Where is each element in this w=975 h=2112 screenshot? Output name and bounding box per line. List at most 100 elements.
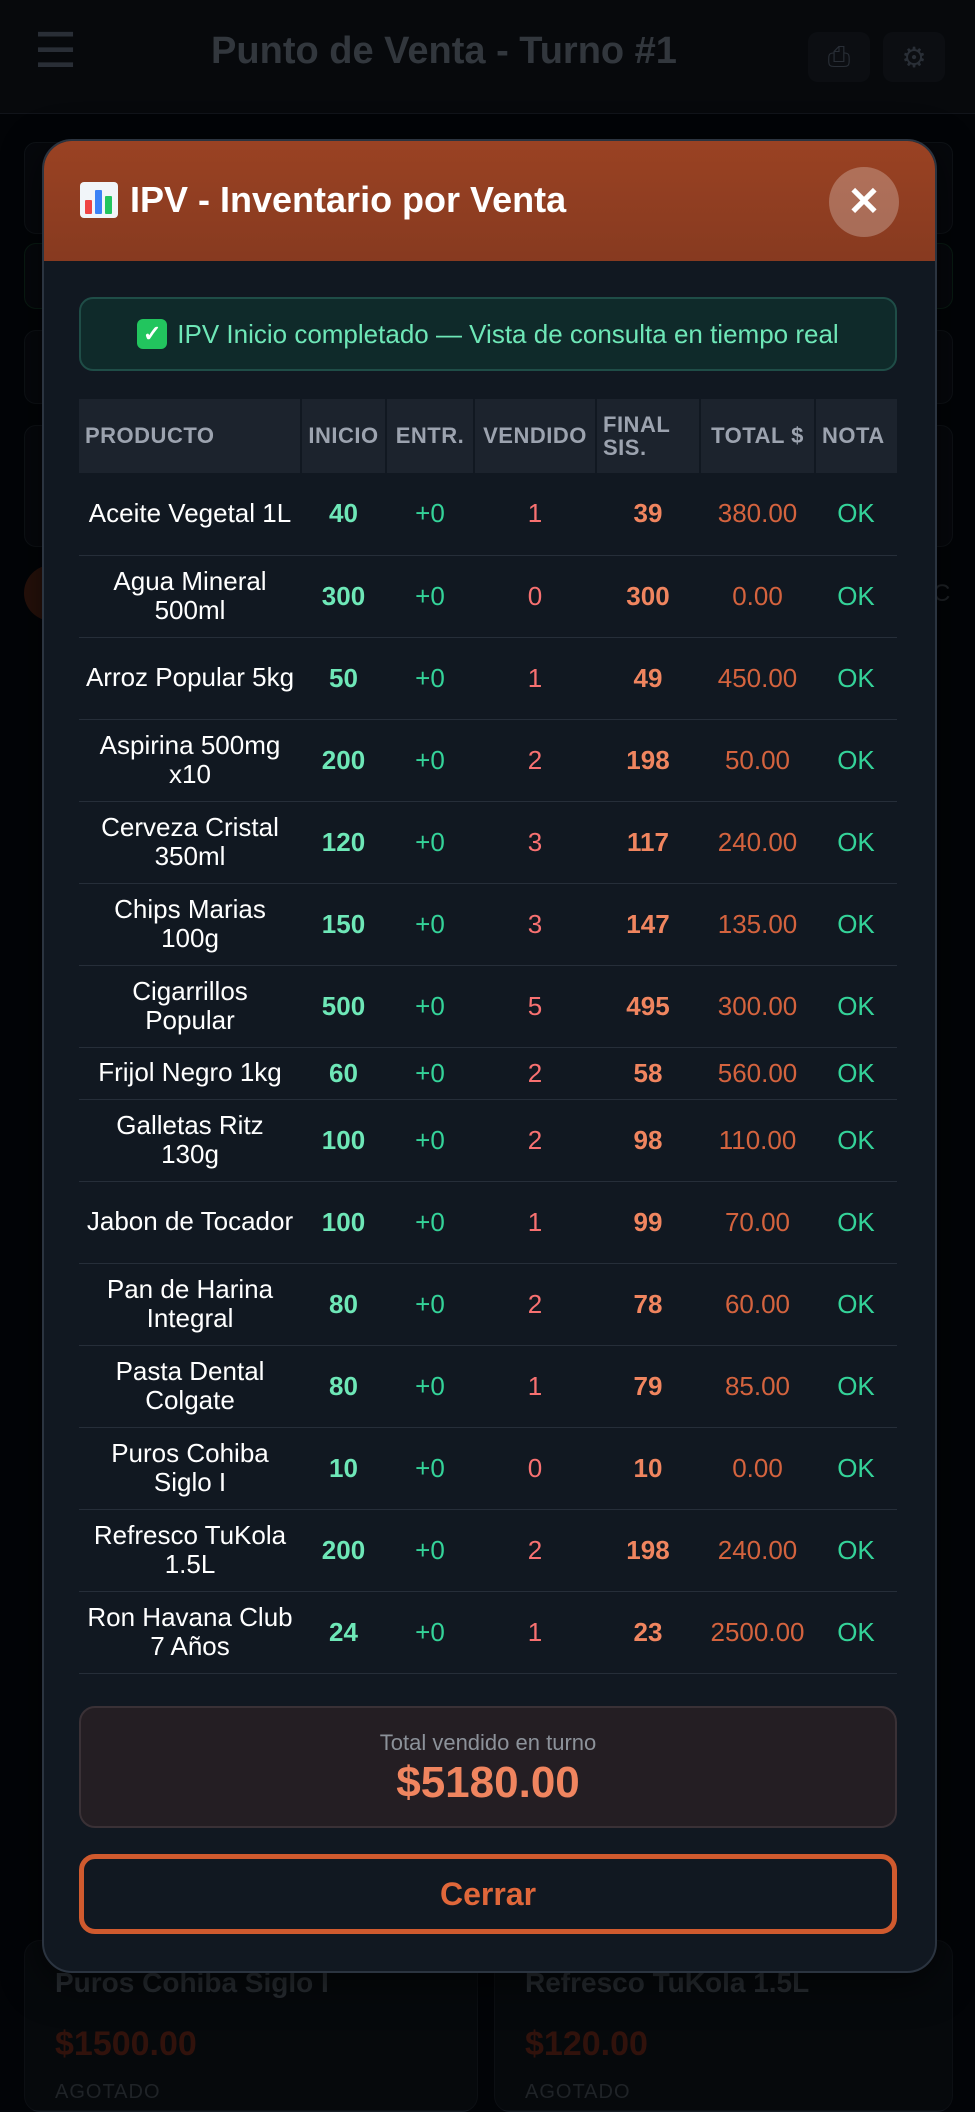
total-cell: 560.00	[700, 1047, 815, 1100]
inicio-cell: 60	[301, 1047, 386, 1100]
entradas-cell: +0	[386, 1427, 474, 1510]
column-header-producto[interactable]: PRODUCTO	[79, 399, 302, 473]
inicio-cell: 80	[301, 1263, 386, 1346]
table-row[interactable]: Cigarrillos Popular 500 +0 5 495 300.00 OK	[79, 965, 897, 1048]
column-header-inicio[interactable]: INICIO	[301, 399, 387, 473]
total-cell: 0.00	[700, 555, 815, 638]
table-row[interactable]: Puros Cohiba Siglo I 10 +0 0 10 0.00 OK	[79, 1427, 897, 1510]
inicio-cell: 200	[301, 1509, 386, 1592]
nota-cell: OK	[815, 1427, 897, 1510]
table-row[interactable]: Galletas Ritz 130g 100 +0 2 98 110.00 OK	[79, 1099, 897, 1182]
entradas-cell: +0	[386, 1345, 474, 1428]
entradas-cell: +0	[386, 555, 474, 638]
nota-cell: OK	[815, 1591, 897, 1674]
nota-cell: OK	[815, 719, 897, 802]
product-name-cell: Cigarrillos Popular	[79, 965, 301, 1048]
ipv-modal: IPV - Inventario por Venta ✕ ✓ IPV Inici…	[42, 139, 937, 1973]
entradas-cell: +0	[386, 1591, 474, 1674]
nota-cell: OK	[815, 555, 897, 638]
entradas-cell: +0	[386, 1099, 474, 1182]
table-row[interactable]: Jabon de Tocador 100 +0 1 99 70.00 OK	[79, 1181, 897, 1264]
final-sistema-cell: 300	[596, 555, 700, 638]
table-row[interactable]: Chips Marias 100g 150 +0 3 147 135.00 OK	[79, 883, 897, 966]
final-sistema-cell: 49	[596, 637, 700, 720]
inicio-cell: 80	[301, 1345, 386, 1428]
final-sistema-cell: 99	[596, 1181, 700, 1264]
table-row[interactable]: Cerveza Cristal 350ml 120 +0 3 117 240.00 OK	[79, 801, 897, 884]
inicio-cell: 10	[301, 1427, 386, 1510]
entradas-cell: +0	[386, 1181, 474, 1264]
final-sistema-cell: 23	[596, 1591, 700, 1674]
nota-cell: OK	[815, 1509, 897, 1592]
entradas-cell: +0	[386, 637, 474, 720]
vendido-cell: 3	[474, 883, 596, 966]
column-header-vendido[interactable]: VENDIDO	[474, 399, 597, 473]
entradas-cell: +0	[386, 719, 474, 802]
vendido-cell: 0	[474, 1427, 596, 1510]
nota-cell: OK	[815, 1263, 897, 1346]
column-header-nota[interactable]: NOTA	[815, 399, 897, 473]
total-cell: 2500.00	[700, 1591, 815, 1674]
final-sistema-cell: 78	[596, 1263, 700, 1346]
table-row[interactable]: Agua Mineral 500ml 300 +0 0 300 0.00 OK	[79, 555, 897, 638]
close-icon[interactable]: ✕	[829, 167, 899, 237]
final-sistema-cell: 198	[596, 1509, 700, 1592]
check-mark-icon: ✓	[137, 319, 168, 349]
inicio-cell: 100	[301, 1099, 386, 1182]
final-sistema-cell: 117	[596, 801, 700, 884]
nota-cell: OK	[815, 965, 897, 1048]
column-header-final-sistema[interactable]: FINAL SIS.	[596, 399, 701, 473]
bar-chart-icon	[80, 182, 118, 218]
summary-value: $5180.00	[396, 1758, 580, 1807]
entradas-cell: +0	[386, 1263, 474, 1346]
vendido-cell: 2	[474, 1047, 596, 1100]
vendido-cell: 2	[474, 1509, 596, 1592]
table-row[interactable]: Aceite Vegetal 1L 40 +0 1 39 380.00 OK	[79, 473, 897, 556]
table-row[interactable]: Pasta Dental Colgate 80 +0 1 79 85.00 OK	[79, 1345, 897, 1428]
entradas-cell: +0	[386, 883, 474, 966]
total-cell: 240.00	[700, 1509, 815, 1592]
table-row[interactable]: Frijol Negro 1kg 60 +0 2 58 560.00 OK	[79, 1047, 897, 1100]
total-cell: 240.00	[700, 801, 815, 884]
vendido-cell: 1	[474, 1345, 596, 1428]
inicio-cell: 500	[301, 965, 386, 1048]
product-name-cell: Agua Mineral 500ml	[79, 555, 301, 638]
column-header-total[interactable]: TOTAL $	[700, 399, 816, 473]
vendido-cell: 2	[474, 719, 596, 802]
modal-title-text: IPV - Inventario por Venta	[130, 179, 567, 220]
column-header-entradas[interactable]: ENTR.	[386, 399, 475, 473]
table-row[interactable]: Pan de Harina Integral 80 +0 2 78 60.00 OK	[79, 1263, 897, 1346]
vendido-cell: 1	[474, 637, 596, 720]
table-row[interactable]: Ron Havana Club 7 Años 24 +0 1 23 2500.00 OK	[79, 1591, 897, 1674]
final-sistema-cell: 58	[596, 1047, 700, 1100]
total-cell: 85.00	[700, 1345, 815, 1428]
entradas-cell: +0	[386, 1047, 474, 1100]
entradas-cell: +0	[386, 473, 474, 556]
table-row[interactable]: Refresco TuKola 1.5L 200 +0 2 198 240.00 OK	[79, 1509, 897, 1592]
inicio-cell: 50	[301, 637, 386, 720]
total-cell: 50.00	[700, 719, 815, 802]
modal-title: IPV - Inventario por Venta	[80, 179, 566, 221]
nota-cell: OK	[815, 1181, 897, 1264]
inicio-cell: 40	[301, 473, 386, 556]
table-row[interactable]: Arroz Popular 5kg 50 +0 1 49 450.00 OK	[79, 637, 897, 720]
cerrar-button[interactable]: Cerrar	[79, 1854, 897, 1934]
vendido-cell: 2	[474, 1099, 596, 1182]
total-cell: 60.00	[700, 1263, 815, 1346]
vendido-cell: 3	[474, 801, 596, 884]
table-body: Aceite Vegetal 1L 40 +0 1 39 380.00 OK Agua Min…	[79, 473, 897, 1674]
nota-cell: OK	[815, 801, 897, 884]
total-cell: 380.00	[700, 473, 815, 556]
summary-label: Total vendido en turno	[379, 1730, 597, 1755]
product-name-cell: Aceite Vegetal 1L	[79, 473, 301, 556]
final-sistema-cell: 98	[596, 1099, 700, 1182]
table-row[interactable]: Aspirina 500mg x10 200 +0 2 198 50.00 OK	[79, 719, 897, 802]
vendido-cell: 1	[474, 473, 596, 556]
entradas-cell: +0	[386, 801, 474, 884]
nota-cell: OK	[815, 1345, 897, 1428]
total-cell: 0.00	[700, 1427, 815, 1510]
entradas-cell: +0	[386, 965, 474, 1048]
entradas-cell: +0	[386, 1509, 474, 1592]
product-name-cell: Cerveza Cristal 350ml	[79, 801, 301, 884]
product-name-cell: Jabon de Tocador	[79, 1181, 301, 1264]
